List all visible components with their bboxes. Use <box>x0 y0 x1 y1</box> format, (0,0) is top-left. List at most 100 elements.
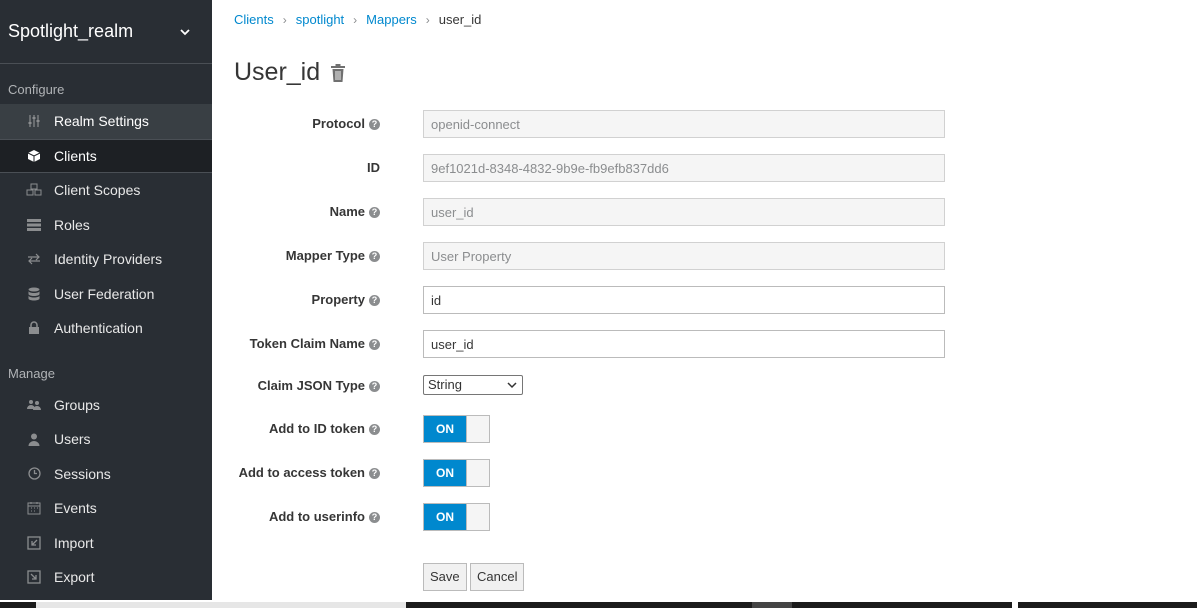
sidebar-item-identity-providers[interactable]: Identity Providers <box>0 242 212 277</box>
mapper-type-field[interactable] <box>423 242 945 270</box>
taskbar-segment <box>406 602 752 608</box>
sidebar-item-sessions[interactable]: Sessions <box>0 457 212 492</box>
database-icon <box>26 286 42 302</box>
add-access-token-toggle[interactable]: ON <box>423 459 490 487</box>
sidebar-item-label: User Federation <box>54 285 155 302</box>
breadcrumb-mappers[interactable]: Mappers <box>366 12 417 27</box>
form-row-add-id-token: Add to ID token? ON <box>212 415 1197 445</box>
section-configure: Configure <box>8 82 65 97</box>
id-label-text: ID <box>367 160 380 175</box>
property-input[interactable] <box>423 286 945 314</box>
token-claim-name-input[interactable] <box>423 330 945 358</box>
cube-icon <box>26 148 42 164</box>
toggle-on-label: ON <box>424 460 466 486</box>
form-row-claim-json-type: Claim JSON Type? String <box>212 375 1197 405</box>
form-actions: Save Cancel <box>212 563 1197 593</box>
form-row-token-claim-name: Token Claim Name? <box>212 330 1197 360</box>
sidebar-item-label: Roles <box>54 216 90 233</box>
name-field[interactable] <box>423 198 945 226</box>
sidebar-item-user-federation[interactable]: User Federation <box>0 277 212 312</box>
sidebar-item-clients[interactable]: Clients <box>0 138 212 173</box>
sidebar-item-label: Client Scopes <box>54 182 141 199</box>
sidebar-item-label: Authentication <box>54 320 143 337</box>
add-access-token-label: Add to access token? <box>239 459 380 487</box>
sidebar-item-authentication[interactable]: Authentication <box>0 311 212 346</box>
import-icon <box>26 535 42 551</box>
sidebar-item-realm-settings[interactable]: Realm Settings <box>0 104 212 139</box>
sliders-icon <box>26 113 42 129</box>
claim-json-type-select[interactable]: String <box>423 375 523 395</box>
add-id-token-toggle[interactable]: ON <box>423 415 490 443</box>
form-row-add-access-token: Add to access token? ON <box>212 459 1197 489</box>
page-title-text: User_id <box>234 58 321 86</box>
sidebar-item-users[interactable]: Users <box>0 422 212 457</box>
add-userinfo-label-text: Add to userinfo <box>268 509 365 524</box>
sidebar-item-groups[interactable]: Groups <box>0 388 212 423</box>
section-manage: Manage <box>8 365 55 381</box>
taskbar-strip <box>0 600 1197 608</box>
sidebar-item-label: Clients <box>54 147 97 164</box>
help-icon[interactable]: ? <box>369 250 380 262</box>
user-icon <box>26 431 42 447</box>
protocol-field[interactable] <box>423 110 945 138</box>
main-content: Clients › spotlight › Mappers › user_id … <box>212 0 1197 600</box>
calendar-icon <box>26 500 42 516</box>
help-icon[interactable]: ? <box>369 294 380 306</box>
toggle-on-label: ON <box>424 504 466 530</box>
sidebar-item-client-scopes[interactable]: Client Scopes <box>0 173 212 208</box>
breadcrumb-separator: › <box>425 12 430 27</box>
breadcrumb-clients[interactable]: Clients <box>234 12 274 27</box>
claim-json-type-label-text: Claim JSON Type <box>257 378 365 393</box>
form-row-mapper-type: Mapper Type? <box>212 242 1197 272</box>
breadcrumb-current: user_id <box>438 12 482 27</box>
add-userinfo-label: Add to userinfo? <box>269 503 380 531</box>
sidebar-item-label: Export <box>54 569 95 586</box>
breadcrumb-spotlight[interactable]: spotlight <box>296 12 344 27</box>
help-icon[interactable]: ? <box>369 511 380 523</box>
users-icon <box>26 397 42 413</box>
form-row-add-userinfo: Add to userinfo? ON <box>212 503 1197 533</box>
realm-selector[interactable]: Spotlight_realm <box>0 0 212 64</box>
trash-icon[interactable] <box>330 63 346 82</box>
id-label: ID <box>367 154 380 182</box>
add-access-token-label-text: Add to access token <box>238 465 365 480</box>
property-label: Property? <box>312 286 380 314</box>
help-icon[interactable]: ? <box>369 380 380 392</box>
sidebar-item-label: Import <box>54 534 94 551</box>
mapper-type-label-text: Mapper Type <box>285 248 365 263</box>
help-icon[interactable]: ? <box>369 338 380 350</box>
toggle-knob <box>466 416 489 442</box>
toggle-on-label: ON <box>424 416 466 442</box>
sidebar-item-label: Users <box>54 431 91 448</box>
help-icon[interactable]: ? <box>369 206 380 218</box>
sidebar-item-roles[interactable]: Roles <box>0 208 212 243</box>
taskbar-segment <box>36 602 406 608</box>
list-icon <box>26 217 42 233</box>
form-row-id: ID <box>212 154 1197 184</box>
sidebar-item-export[interactable]: Export <box>0 560 212 595</box>
sidebar-item-label: Sessions <box>54 465 111 482</box>
add-userinfo-toggle[interactable]: ON <box>423 503 490 531</box>
name-label: Name? <box>330 198 380 226</box>
add-id-token-label-text: Add to ID token <box>268 421 365 436</box>
taskbar-segment <box>792 602 1012 608</box>
protocol-label-text: Protocol <box>312 116 365 131</box>
sidebar-item-import[interactable]: Import <box>0 526 212 561</box>
cancel-button[interactable]: Cancel <box>470 563 525 591</box>
help-icon[interactable]: ? <box>369 423 380 435</box>
sidebar-item-label: Groups <box>54 396 100 413</box>
breadcrumb: Clients › spotlight › Mappers › user_id <box>234 12 481 27</box>
save-button[interactable]: Save <box>423 563 467 591</box>
token-claim-name-label-text: Token Claim Name <box>249 336 365 351</box>
property-label-text: Property <box>311 292 365 307</box>
claim-json-type-label: Claim JSON Type? <box>258 375 380 397</box>
sidebar: Spotlight_realm Configure Realm Settings… <box>0 0 212 608</box>
name-label-text: Name <box>329 204 365 219</box>
clock-icon <box>26 466 42 482</box>
sidebar-item-events[interactable]: Events <box>0 491 212 526</box>
id-field[interactable] <box>423 154 945 182</box>
toggle-knob <box>466 504 489 530</box>
help-icon[interactable]: ? <box>369 118 380 130</box>
taskbar-segment <box>1018 602 1197 608</box>
help-icon[interactable]: ? <box>369 467 380 479</box>
